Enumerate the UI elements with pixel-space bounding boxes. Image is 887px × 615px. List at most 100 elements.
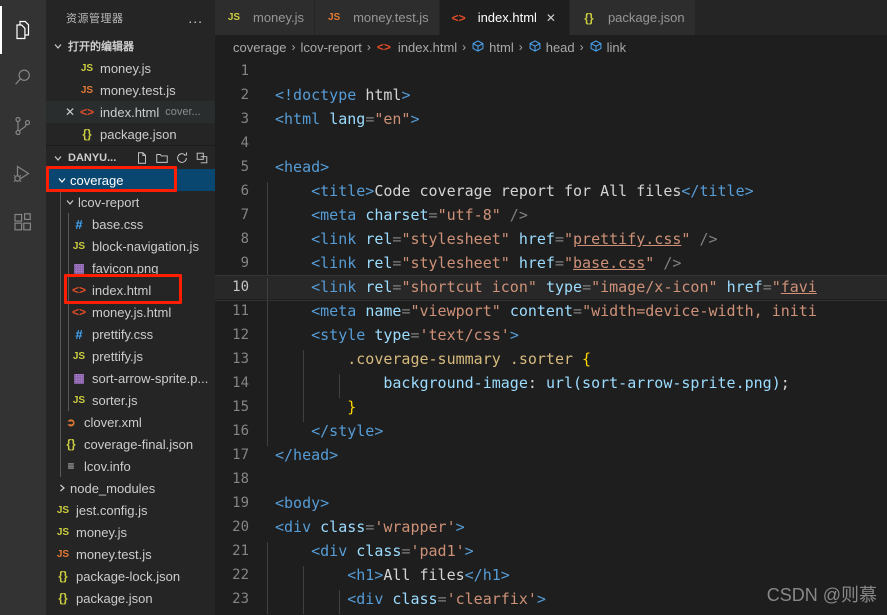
- code-line[interactable]: 19 <body>: [215, 491, 887, 515]
- collapse-all-icon[interactable]: [193, 149, 211, 167]
- code-line[interactable]: 8 <link rel="stylesheet" href="prettify.…: [215, 227, 887, 254]
- file-tree: coverage lcov-report # base.css JS block-navi…: [46, 169, 215, 609]
- js-icon: JS: [72, 350, 86, 362]
- tab-label: money.test.js: [353, 10, 429, 25]
- tree-item-clover-xml[interactable]: ➲ clover.xml: [46, 411, 215, 433]
- code-line[interactable]: 10 <link rel="shortcut icon" type="image…: [215, 275, 887, 302]
- tab-money-test-js[interactable]: JS money.test.js: [315, 0, 440, 35]
- tree-item-lcov-report[interactable]: lcov-report: [46, 191, 215, 213]
- breadcrumb-item-lcov-report[interactable]: lcov-report: [300, 40, 361, 55]
- breadcrumb-item-coverage[interactable]: coverage: [233, 40, 286, 55]
- code-line[interactable]: 15 }: [215, 395, 887, 422]
- code-line[interactable]: 4: [215, 131, 887, 155]
- tree-item-coverage[interactable]: coverage: [46, 169, 215, 191]
- tree-item-lcov-info[interactable]: ≡ lcov.info: [46, 455, 215, 477]
- tree-item-block-navigation-js[interactable]: JS block-navigation.js: [46, 235, 215, 257]
- tree-item-prettify-js[interactable]: JS prettify.js: [46, 345, 215, 367]
- indent-guide: [60, 191, 61, 477]
- tree-item-base-css[interactable]: # base.css: [46, 213, 215, 235]
- tab-label: package.json: [607, 10, 685, 25]
- tree-item-money-js-html[interactable]: <> money.js.html: [46, 301, 215, 323]
- code-line[interactable]: 22 <h1>All files</h1>: [215, 563, 887, 590]
- code-line[interactable]: 5 <head>: [215, 155, 887, 179]
- workspace-header[interactable]: DANYU...: [46, 147, 215, 169]
- js-icon: JS: [72, 394, 86, 406]
- tab-money-js[interactable]: JS money.js: [215, 0, 316, 35]
- breadcrumb-item-index-html[interactable]: <> index.html: [376, 39, 457, 55]
- tree-item-sorter-js[interactable]: JS sorter.js: [46, 389, 215, 411]
- explorer-more-actions-icon[interactable]: ...: [188, 11, 203, 25]
- files-icon: [11, 18, 35, 42]
- open-editor-item-money-test-js[interactable]: JS money.test.js: [46, 79, 215, 101]
- tree-item-money-js[interactable]: JS money.js: [46, 521, 215, 543]
- code-line[interactable]: 3 <html lang="en">: [215, 107, 887, 131]
- tree-item-label: sorter.js: [92, 392, 138, 408]
- tree-item-package-json[interactable]: {} package.json: [46, 587, 215, 609]
- tree-item-sort-arrow-sprite-p-[interactable]: ▦ sort-arrow-sprite.p...: [46, 367, 215, 389]
- source-control-icon: [11, 114, 35, 138]
- code-line[interactable]: 20 <div class='wrapper'>: [215, 515, 887, 539]
- code-line[interactable]: 13 .coverage-summary .sorter {: [215, 347, 887, 374]
- code-line[interactable]: 18: [215, 467, 887, 491]
- close-icon[interactable]: ✕: [62, 104, 78, 120]
- refresh-icon[interactable]: [173, 149, 191, 167]
- code-line[interactable]: 2 <!doctype html>: [215, 83, 887, 107]
- code-line[interactable]: 6 <title>Code coverage report for All fi…: [215, 179, 887, 206]
- line-number: 6: [240, 183, 249, 199]
- open-editor-item-money-js[interactable]: JS money.js: [46, 57, 215, 79]
- explorer-title: 资源管理器: [66, 12, 124, 25]
- tree-item-label: money.js.html: [92, 304, 172, 320]
- workspace-actions: [133, 149, 215, 167]
- breadcrumb-item-html[interactable]: html: [471, 39, 514, 56]
- code-text: <h1>All files</h1>: [267, 566, 510, 590]
- new-folder-icon[interactable]: [153, 149, 171, 167]
- tab-close-icon[interactable]: ✕: [543, 11, 559, 25]
- activity-bar-item-run-and-debug[interactable]: [0, 150, 46, 198]
- code-line[interactable]: 21 <div class='pad1'>: [215, 539, 887, 566]
- tree-item-prettify-css[interactable]: # prettify.css: [46, 323, 215, 345]
- open-editor-item-package-json[interactable]: {} package.json: [46, 123, 215, 145]
- activity-bar-item-explorer[interactable]: [0, 6, 46, 54]
- code-line[interactable]: 23 <div class='clearfix'>: [215, 587, 887, 614]
- code-text: <title>Code coverage report for All file…: [267, 182, 754, 206]
- open-editors-header[interactable]: 打开的编辑器: [46, 35, 215, 57]
- open-editor-item-index-html[interactable]: ✕ <> index.html cover...: [46, 101, 215, 123]
- tree-item-index-html[interactable]: <> index.html: [46, 279, 215, 301]
- breadcrumb-item-head[interactable]: head: [528, 39, 575, 56]
- code-line[interactable]: 14 background-image: url(sort-arrow-spri…: [215, 371, 887, 398]
- tree-item-node-modules[interactable]: node_modules: [46, 477, 215, 499]
- code-line[interactable]: 17 </head>: [215, 443, 887, 467]
- breadcrumb-item-link[interactable]: link: [589, 39, 626, 56]
- line-number: 12: [232, 327, 249, 343]
- code-line[interactable]: 9 <link rel="stylesheet" href="base.css"…: [215, 251, 887, 278]
- code-line[interactable]: 16 </style>: [215, 419, 887, 446]
- tree-item-label: coverage: [70, 172, 124, 188]
- code-editor[interactable]: 1 2 <!doctype html> 3 <html lang="en"> 4 5 <hea…: [215, 59, 887, 615]
- code-line[interactable]: 12 <style type='text/css'>: [215, 323, 887, 350]
- js-icon: JS: [56, 526, 70, 538]
- tree-item-coverage-final-json[interactable]: {} coverage-final.json: [46, 433, 215, 455]
- js-icon: JS: [72, 240, 86, 252]
- activity-bar-item-search[interactable]: [0, 54, 46, 102]
- activity-bar-item-extensions[interactable]: [0, 198, 46, 246]
- html-icon: <>: [71, 283, 86, 297]
- activity-bar: [0, 0, 46, 615]
- tab-index-html[interactable]: <> index.html ✕: [439, 0, 570, 35]
- code-line[interactable]: 7 <meta charset="utf-8" />: [215, 203, 887, 230]
- code-line[interactable]: 11 <meta name="viewport" content="width=…: [215, 299, 887, 326]
- indent-guide: [68, 213, 69, 411]
- breadcrumb: coverage › lcov-report › <> index.html ›…: [215, 35, 887, 59]
- tree-item-jest-config-js[interactable]: JS jest.config.js: [46, 499, 215, 521]
- search-icon: [11, 66, 35, 90]
- activity-bar-item-source-control[interactable]: [0, 102, 46, 150]
- tree-item-money-test-js[interactable]: JS money.test.js: [46, 543, 215, 565]
- tree-item-label: package.json: [76, 590, 153, 606]
- tree-item-label: prettify.css: [92, 326, 154, 342]
- tree-item-favicon-png[interactable]: ▦ favicon.png: [46, 257, 215, 279]
- code-text: <link rel="shortcut icon" type="image/x-…: [267, 278, 817, 302]
- new-file-icon[interactable]: [133, 149, 151, 167]
- tree-item-package-lock-json[interactable]: {} package-lock.json: [46, 565, 215, 587]
- html-icon: <>: [71, 305, 86, 319]
- code-line[interactable]: 1: [215, 59, 887, 83]
- tab-package-json[interactable]: {} package.json: [569, 0, 696, 35]
